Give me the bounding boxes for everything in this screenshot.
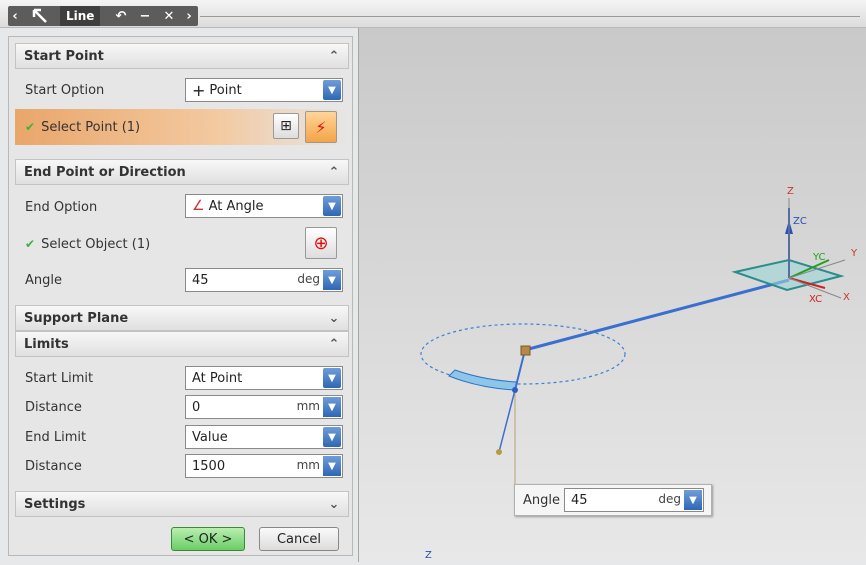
select-object-button[interactable]: ⊕ (305, 227, 337, 259)
chevron-down-icon[interactable]: ⌄ (324, 494, 344, 514)
distance1-label: Distance (25, 399, 82, 415)
start-option-label: Start Option (25, 82, 105, 98)
arrow-down-icon[interactable]: ▼ (323, 270, 341, 290)
graphics-viewport[interactable]: Z ZC Y YC X XC Z (358, 28, 866, 562)
popup-angle-unit: deg (658, 492, 681, 506)
scene-canvas[interactable]: Z ZC Y YC X XC Z (359, 28, 866, 562)
plus-icon: + (192, 80, 206, 100)
section-start-point[interactable]: Start Point ⌃ (15, 43, 349, 69)
angle-label: Angle (25, 272, 62, 288)
start-limit-dropdown[interactable]: At Point ▼ (185, 366, 343, 390)
angle-input[interactable]: 45 deg ▼ (185, 268, 343, 292)
section-title: Settings (24, 496, 86, 512)
checkmark-icon: ✔ (25, 120, 36, 134)
distance2-input[interactable]: 1500 mm ▼ (185, 454, 343, 478)
angle-unit: deg (297, 272, 320, 286)
close-icon[interactable]: ✕ (158, 6, 180, 26)
dialog-titlebar: ‹ Line ↶ − ✕ › (0, 0, 866, 28)
handle-point[interactable] (496, 449, 502, 455)
axis-label-z: Z (787, 186, 794, 197)
arrow-down-icon[interactable]: ▼ (323, 397, 341, 417)
popup-angle-field[interactable]: 45 deg ▼ (564, 488, 704, 512)
chevron-down-icon[interactable]: ⌄ (324, 308, 344, 328)
lightning-icon: ⚡ (315, 117, 327, 137)
distance1-input[interactable]: 0 mm ▼ (185, 395, 343, 419)
distance1-unit: mm (296, 399, 320, 413)
end-limit-value: Value (192, 429, 228, 445)
section-support-plane[interactable]: Support Plane ⌄ (15, 305, 349, 331)
point-dialog-button[interactable]: ⊞ (273, 113, 299, 139)
select-point-label: Select Point (1) (41, 119, 141, 135)
end-limit-dropdown[interactable]: Value ▼ (185, 425, 343, 449)
point-constructor-icon: ⊞ (280, 118, 292, 134)
select-object-label: Select Object (1) (41, 236, 151, 252)
angle-onscreen-input[interactable]: Angle 45 deg ▼ (514, 484, 712, 516)
end-option-value: At Angle (208, 198, 264, 214)
chevron-up-icon[interactable]: ⌃ (324, 334, 344, 354)
section-end-point[interactable]: End Point or Direction ⌃ (15, 159, 349, 185)
chevron-down-icon[interactable]: ▼ (323, 427, 341, 447)
chevron-right-icon[interactable]: › (182, 6, 196, 26)
chevron-down-icon[interactable]: ▼ (323, 368, 341, 388)
line-dialog-panel: Start Point ⌃ Start Option + Point ▼ ✔ S… (8, 36, 353, 556)
undo-icon[interactable]: ↶ (110, 6, 132, 26)
axis-label-z-bottom: Z (425, 550, 432, 561)
minimize-icon[interactable]: − (134, 6, 156, 26)
start-limit-value: At Point (192, 370, 243, 386)
chevron-up-icon[interactable]: ⌃ (324, 46, 344, 66)
section-title: Start Point (24, 48, 104, 64)
chevron-left-icon[interactable]: ‹ (8, 6, 22, 26)
start-point-marker[interactable] (520, 345, 531, 356)
chevron-down-icon[interactable]: ▼ (323, 196, 341, 216)
line-preview (524, 278, 790, 352)
axis-label-x: X (843, 292, 850, 303)
section-settings[interactable]: Settings ⌄ (15, 491, 349, 517)
crosshair-icon: ⊕ (313, 232, 329, 254)
end-limit-label: End Limit (25, 429, 87, 445)
end-option-dropdown[interactable]: ∠ At Angle ▼ (185, 194, 343, 218)
titlebar-controls: ‹ Line ↶ − ✕ › (8, 6, 198, 26)
section-title: Support Plane (24, 310, 129, 326)
chevron-up-icon[interactable]: ⌃ (324, 162, 344, 182)
angle-handle[interactable] (512, 387, 518, 393)
start-option-dropdown[interactable]: + Point ▼ (185, 78, 343, 102)
popup-angle-label: Angle (523, 492, 560, 508)
cancel-button[interactable]: Cancel (259, 527, 339, 551)
arrow-down-icon[interactable]: ▼ (684, 490, 702, 510)
section-limits[interactable]: Limits ⌃ (15, 331, 349, 357)
distance2-unit: mm (296, 458, 320, 472)
start-limit-label: Start Limit (25, 370, 94, 386)
select-object-row[interactable]: ✔ Select Object (1) (15, 229, 349, 259)
checkmark-icon: ✔ (25, 237, 36, 251)
popup-angle-value: 45 (571, 492, 588, 508)
distance2-value: 1500 (192, 458, 226, 474)
angle-arc (448, 369, 518, 391)
titlebar-divider (200, 16, 860, 17)
distance2-label: Distance (25, 458, 82, 474)
section-title: Limits (24, 336, 69, 352)
axis-label-y: Y (850, 248, 858, 259)
section-title: End Point or Direction (24, 164, 186, 180)
axis-label-zc: ZC (793, 216, 807, 227)
distance1-value: 0 (192, 399, 201, 415)
end-option-label: End Option (25, 199, 98, 215)
handle-line (498, 389, 516, 453)
arrow-down-icon[interactable]: ▼ (323, 456, 341, 476)
angle-value: 45 (192, 272, 209, 288)
axis-label-yc: YC (812, 252, 826, 263)
ok-button[interactable]: < OK > (171, 527, 245, 551)
arrow-cursor-icon[interactable] (24, 6, 56, 26)
inferred-point-button[interactable]: ⚡ (305, 111, 337, 143)
dialog-title: Line (60, 6, 101, 26)
start-option-value: Point (209, 82, 242, 98)
chevron-down-icon[interactable]: ▼ (323, 80, 341, 100)
angle-icon: ∠ (192, 198, 205, 214)
axis-label-xc: XC (809, 294, 822, 305)
